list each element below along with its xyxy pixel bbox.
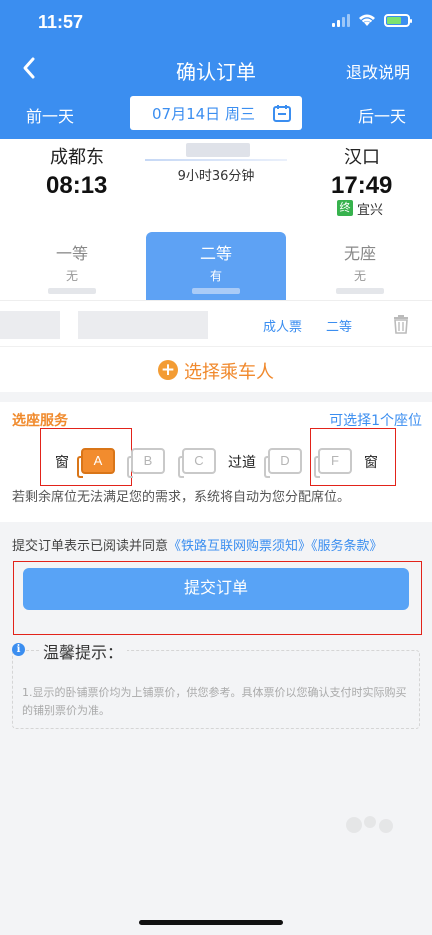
seat-type-second[interactable]: 二等 有 — [146, 232, 286, 300]
prev-day-button[interactable]: 前一天 — [26, 103, 74, 127]
to-station: 汉口 — [344, 147, 380, 168]
add-icon: + — [158, 360, 178, 380]
seat-f[interactable]: F — [314, 448, 352, 478]
price-blurred — [336, 288, 384, 294]
seat-b[interactable]: B — [127, 448, 165, 478]
refund-rules-link[interactable]: 退改说明 — [346, 59, 410, 83]
ticket-type[interactable]: 成人票 — [263, 316, 302, 335]
seat-type-availability: 无 — [65, 269, 78, 283]
tips-title: 温馨提示： — [39, 639, 128, 663]
seat-class[interactable]: 二等 — [326, 316, 352, 335]
aisle-label: 过道 — [228, 455, 256, 471]
agreement-prefix: 提交订单表示已阅读并同意 — [12, 539, 169, 554]
status-bar: 11:57 — [0, 0, 432, 46]
choose-passenger-button[interactable]: + 选择乘车人 — [0, 346, 432, 392]
agreement-text: 提交订单表示已阅读并同意《铁路互联网购票须知》《服务条款》 — [12, 535, 383, 554]
seat-d[interactable]: D — [264, 448, 302, 478]
info-icon: i — [12, 643, 25, 656]
passenger-name-blurred — [0, 311, 60, 339]
system-icons — [332, 14, 412, 27]
terminus-station: 宜兴 — [357, 203, 384, 218]
battery-icon — [384, 14, 412, 27]
train-number-blurred — [186, 143, 250, 157]
seat-type-name: 无座 — [343, 244, 376, 263]
terms-link[interactable]: 《服务条款》 — [311, 539, 383, 554]
seat-type-name: 二等 — [199, 244, 232, 263]
seat-type-name: 一等 — [55, 244, 88, 263]
passenger-row: 成人票 二等 — [0, 300, 432, 346]
terminus-badge: 终 — [337, 200, 353, 216]
wifi-icon — [359, 14, 375, 26]
submit-order-button[interactable]: 提交订单 — [23, 568, 409, 610]
calendar-icon — [273, 105, 291, 122]
train-info-card: 成都东 08:13 9小时36分钟 汉口 17:49 终 宜兴 — [0, 139, 432, 225]
seat-limit-text: 可选择1个座位 — [329, 413, 422, 429]
seat-c[interactable]: C — [178, 448, 216, 478]
date-bar: 前一天 07月14日 周三 后一天 — [0, 92, 432, 139]
seat-type-standing[interactable]: 无座 无 — [290, 232, 430, 300]
status-time: 11:57 — [38, 12, 84, 32]
watermark-icon — [346, 816, 393, 833]
window-label-left: 窗 — [55, 455, 69, 471]
seat-selection-panel: 选座服务 可选择1个座位 窗 A B C 过道 D F 窗 若剩余席位无法满足您… — [0, 402, 432, 522]
price-blurred — [48, 288, 96, 294]
seat-note: 若剩余席位无法满足您的需求，系统将自动为您分配席位。 — [12, 490, 351, 505]
trash-icon[interactable] — [392, 314, 410, 334]
price-blurred — [192, 288, 240, 294]
passenger-id-blurred — [78, 311, 208, 339]
arrive-time: 17:49 — [331, 172, 393, 199]
seat-type-availability: 有 — [209, 269, 222, 283]
next-day-button[interactable]: 后一天 — [358, 103, 406, 127]
signal-icon — [332, 14, 350, 27]
tips-text: 1.显示的卧铺票价均为上铺票价，供您参考。具体票价以您确认支付时实际购买的铺别票… — [22, 686, 407, 717]
seat-service-title: 选座服务 — [12, 413, 68, 429]
seat-a[interactable]: A — [77, 448, 115, 478]
window-label-right: 窗 — [364, 455, 378, 471]
seat-type-tabs: 一等 无 二等 有 无座 无 — [0, 225, 432, 300]
ticket-notice-link[interactable]: 《铁路互联网购票须知》 — [168, 539, 311, 554]
seat-type-availability: 无 — [353, 269, 366, 283]
home-indicator — [139, 920, 283, 925]
date-text: 07月14日 周三 — [152, 105, 255, 123]
seat-type-first[interactable]: 一等 无 — [2, 232, 142, 300]
choose-passenger-label: 选择乘车人 — [184, 362, 274, 383]
nav-bar: 确认订单 退改说明 — [0, 46, 432, 92]
route-line — [145, 159, 287, 161]
date-picker[interactable]: 07月14日 周三 — [130, 96, 302, 130]
